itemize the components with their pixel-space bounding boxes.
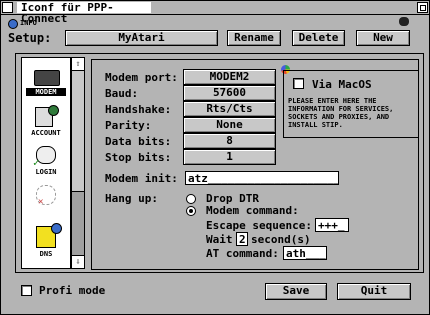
scroll-up-arrow-icon[interactable]: ⇧ xyxy=(72,58,84,71)
parity-select[interactable]: None xyxy=(183,117,276,133)
sidebar-scrollbar[interactable]: ⇧ ⇩ xyxy=(71,57,85,269)
baud-label: Baud: xyxy=(105,87,139,100)
sidebar-item-label: LOGIN xyxy=(35,168,57,176)
sidebar-item-disabled[interactable]: ✕ xyxy=(26,183,66,217)
baud-select[interactable]: 57600 xyxy=(183,85,276,101)
modem-command-label[interactable]: Modem command: xyxy=(206,205,299,217)
macos-note: PLEASE ENTER HERE THE INFORMATION FOR SE… xyxy=(288,97,394,129)
setup-selector[interactable]: MyAtari xyxy=(65,30,218,46)
modem-port-label: Modem port: xyxy=(105,71,178,84)
quit-button[interactable]: Quit xyxy=(337,283,411,300)
handshake-label: Handshake: xyxy=(105,103,172,116)
parity-label: Parity: xyxy=(105,119,152,132)
data-bits-label: Data bits: xyxy=(105,135,172,148)
setup-label: Setup: xyxy=(8,31,52,45)
profi-mode-checkbox[interactable] xyxy=(21,285,32,296)
info-label: INFO xyxy=(20,19,37,27)
title-bar[interactable]: Iconf für PPP-Connect xyxy=(1,1,429,24)
scroll-thumb[interactable] xyxy=(72,71,84,192)
modem-icon xyxy=(34,70,60,86)
globe-icon xyxy=(48,105,59,116)
sidebar-item-label: MODEM xyxy=(26,88,66,96)
rename-button[interactable]: Rename xyxy=(227,30,281,46)
save-button[interactable]: Save xyxy=(265,283,327,300)
stop-bits-label: Stop bits: xyxy=(105,151,172,164)
sidebar-item-dns[interactable]: DNS xyxy=(26,222,66,262)
sidebar-item-login[interactable]: ✓ LOGIN xyxy=(26,144,66,178)
hang-up-label: Hang up: xyxy=(105,192,158,205)
via-macos-checkbox[interactable] xyxy=(293,78,304,89)
fuller-box-icon[interactable] xyxy=(417,2,428,13)
scroll-down-arrow-icon[interactable]: ⇩ xyxy=(72,255,84,268)
sidebar-item-modem[interactable]: MODEM xyxy=(26,66,66,100)
sidebar-list: MODEM ACCOUNT ✓ LOGIN ✕ DNS xyxy=(21,57,71,269)
escape-sequence-label: Escape sequence: xyxy=(206,219,312,232)
data-bits-select[interactable]: 8 xyxy=(183,133,276,149)
via-macos-label[interactable]: Via MacOS xyxy=(312,79,372,91)
iconf-window: Iconf für PPP-Connect INFO Setup: MyAtar… xyxy=(0,0,430,315)
modem-init-label: Modem init: xyxy=(105,172,178,185)
modem-init-field[interactable]: atz____________________ xyxy=(185,171,339,185)
globe-icon xyxy=(51,223,62,234)
sidebar-item-label: DNS xyxy=(39,250,53,258)
modem-port-select[interactable]: MODEM2 xyxy=(183,69,276,85)
wait-seconds-field[interactable]: 2 xyxy=(236,232,248,246)
handshake-select[interactable]: Rts/Cts xyxy=(183,101,276,117)
wait-unit-label: second(s) xyxy=(251,233,311,246)
info-globe-icon[interactable] xyxy=(8,19,18,29)
delete-button[interactable]: Delete xyxy=(292,30,345,46)
window-title: Iconf für PPP-Connect xyxy=(17,2,151,24)
mascot-icon xyxy=(399,17,409,26)
new-button[interactable]: New xyxy=(356,30,410,46)
modem-command-radio[interactable] xyxy=(186,206,196,216)
at-command-label: AT command: xyxy=(206,247,279,260)
close-box-icon[interactable] xyxy=(2,2,13,13)
wait-label: Wait xyxy=(206,233,233,246)
cross-icon: ✕ xyxy=(38,197,44,207)
stop-bits-select[interactable]: 1 xyxy=(183,149,276,165)
escape-sequence-field[interactable]: +++_ xyxy=(315,218,349,232)
at-command-field[interactable]: ath___ xyxy=(283,246,327,260)
drop-dtr-radio[interactable] xyxy=(186,194,196,204)
sidebar-item-account[interactable]: ACCOUNT xyxy=(26,105,66,139)
sidebar-item-label: ACCOUNT xyxy=(31,129,61,137)
profi-mode-label[interactable]: Profi mode xyxy=(39,285,105,297)
